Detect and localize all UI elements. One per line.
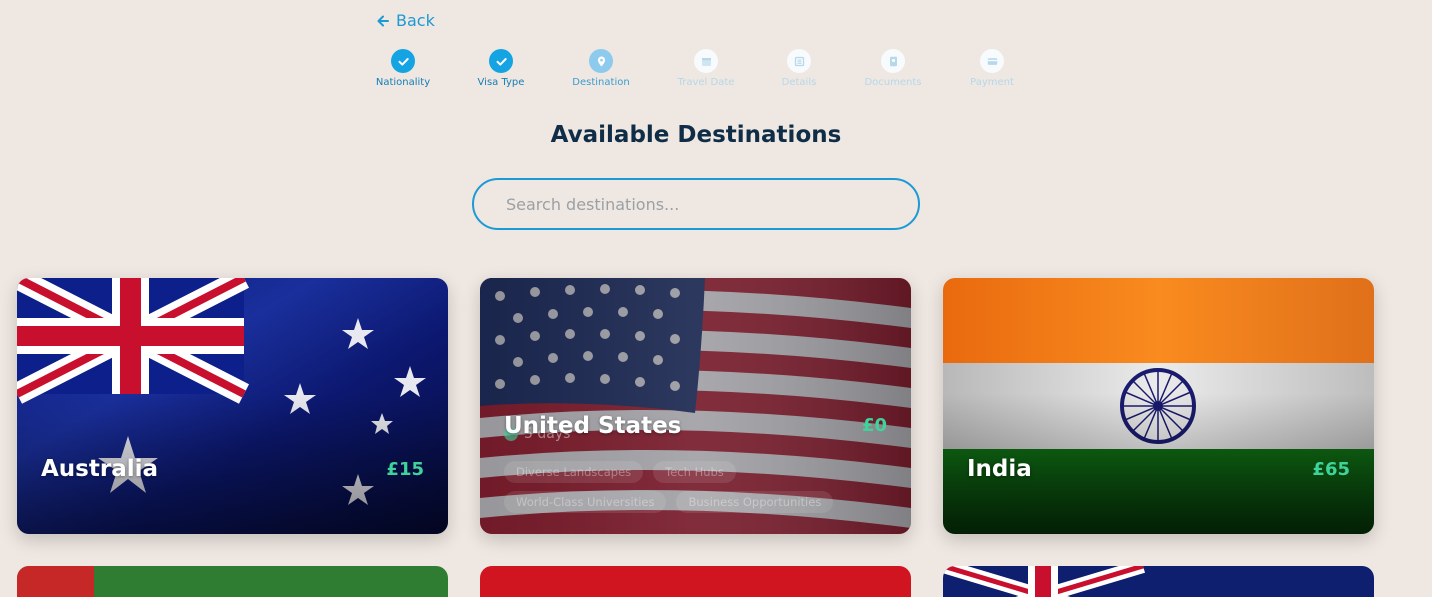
flag-image bbox=[17, 566, 448, 597]
step-visa-type[interactable]: Visa Type bbox=[456, 49, 546, 88]
arrow-left-icon bbox=[377, 15, 389, 26]
destination-price: £15 bbox=[386, 459, 424, 480]
flag-image bbox=[480, 566, 911, 597]
destination-card-partial-1[interactable] bbox=[17, 566, 448, 597]
step-payment: Payment bbox=[947, 49, 1037, 88]
step-destination[interactable]: Destination bbox=[556, 49, 646, 88]
back-button[interactable]: Back bbox=[376, 11, 435, 30]
feature-tags: Diverse Landscapes Tech Hubs World-Class… bbox=[504, 461, 894, 513]
location-pin-icon bbox=[589, 49, 613, 73]
feature-tag: World-Class Universities bbox=[504, 491, 667, 513]
destination-card-india[interactable]: India £65 bbox=[943, 278, 1374, 534]
destination-name: India bbox=[967, 456, 1032, 482]
destination-card-partial-2[interactable] bbox=[480, 566, 911, 597]
destination-price: £65 bbox=[1312, 459, 1350, 480]
passport-icon bbox=[881, 49, 905, 73]
step-nationality[interactable]: Nationality bbox=[358, 49, 448, 88]
step-travel-date: Travel Date bbox=[661, 49, 751, 88]
step-details: Details bbox=[754, 49, 844, 88]
list-icon bbox=[787, 49, 811, 73]
feature-tag: Diverse Landscapes bbox=[504, 461, 644, 483]
destination-name: Australia bbox=[41, 456, 159, 482]
calendar-icon bbox=[694, 49, 718, 73]
back-label: Back bbox=[396, 11, 435, 30]
search-input[interactable] bbox=[472, 178, 920, 230]
page-title: Available Destinations bbox=[550, 122, 842, 148]
flag-image bbox=[943, 566, 1374, 597]
destination-name: United States bbox=[504, 413, 682, 439]
check-icon bbox=[489, 49, 513, 73]
step-documents: Documents bbox=[848, 49, 938, 88]
check-icon bbox=[391, 49, 415, 73]
destination-card-partial-3[interactable] bbox=[943, 566, 1374, 597]
destination-card-united-states[interactable]: 5 days United States £0 Diverse Landscap… bbox=[480, 278, 911, 534]
credit-card-icon bbox=[980, 49, 1004, 73]
destination-price: £0 bbox=[861, 415, 887, 436]
feature-tag: Business Opportunities bbox=[676, 491, 834, 513]
feature-tag: Tech Hubs bbox=[653, 461, 736, 483]
destination-card-australia[interactable]: Australia £15 bbox=[17, 278, 448, 534]
